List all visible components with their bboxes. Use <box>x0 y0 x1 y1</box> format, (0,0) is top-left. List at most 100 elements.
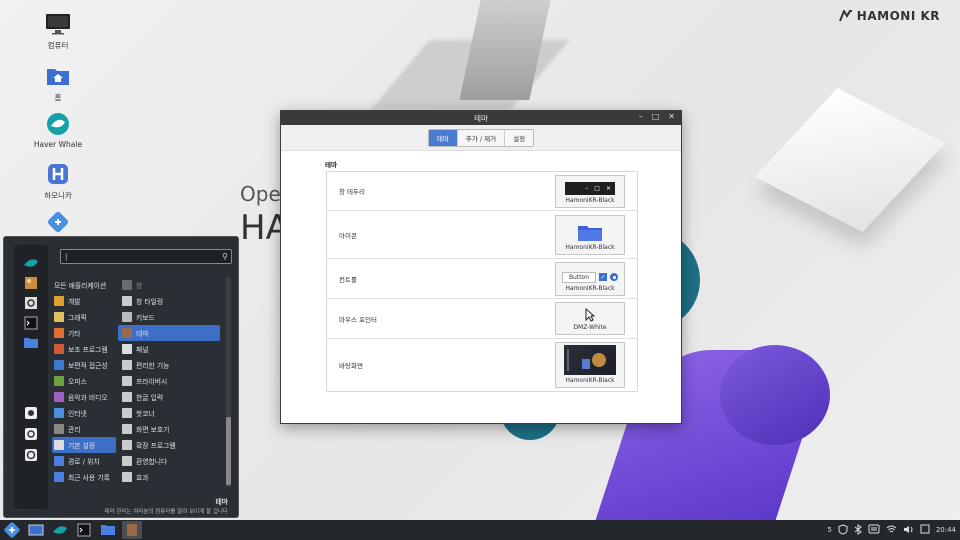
app-list-scrollbar[interactable] <box>226 277 231 487</box>
theme-window: 테마 – □ ✕ 테마 추가 / 제거 설정 테마 창 테두리 – □ ✕ Ha… <box>280 110 682 424</box>
app-item[interactable]: 환영합니다 <box>118 453 220 469</box>
category-item[interactable]: 관리 <box>52 421 116 437</box>
category-item[interactable]: 개발 <box>52 293 116 309</box>
preferences-icon <box>54 440 64 450</box>
app-item[interactable]: 핫코너 <box>118 405 220 421</box>
category-item-preferences[interactable]: 기본 설정 <box>52 437 116 453</box>
wifi-icon[interactable] <box>886 525 897 536</box>
window-border-sample: – □ ✕ <box>565 181 615 195</box>
logout-icon[interactable] <box>22 426 40 442</box>
menu-search-input[interactable]: | ⚲ <box>60 249 232 264</box>
controls-preview-button[interactable]: Button ✓ HamoniKR-Black <box>555 261 625 296</box>
terminal-icon[interactable] <box>22 315 40 331</box>
tab-add-remove[interactable]: 추가 / 제거 <box>457 129 506 146</box>
desktop-icon-label: 홈 <box>54 93 62 102</box>
whale-browser-icon <box>45 112 71 136</box>
tab-settings[interactable]: 설정 <box>505 129 534 146</box>
file-manager-icon[interactable] <box>22 335 40 351</box>
app-item[interactable]: 확장 프로그램 <box>118 437 220 453</box>
selected-app-title: 테마 <box>215 498 228 506</box>
category-item[interactable]: 최근 사용 기록 <box>52 469 116 485</box>
accessories-icon <box>54 344 64 354</box>
tab-theme[interactable]: 테마 <box>428 129 458 146</box>
app-item[interactable]: 화면 보호기 <box>118 421 220 437</box>
desktop-icon-home[interactable]: 홈 <box>30 64 86 103</box>
category-item[interactable]: 경로 / 위치 <box>52 453 116 469</box>
theme-icon <box>127 524 137 536</box>
taskbar-terminal-button[interactable] <box>74 521 94 539</box>
pointer-preview-button[interactable]: DMZ-White <box>555 302 625 335</box>
selected-app-description: 테마 관리는 여러분의 컴퓨터를 알려 보이게 할 겁니다 <box>104 509 228 515</box>
app-item[interactable]: 키보드 <box>118 309 220 325</box>
category-item[interactable]: 보편적 접근성 <box>52 357 116 373</box>
settings-manager-icon[interactable] <box>22 295 40 311</box>
category-item[interactable]: 오피스 <box>52 373 116 389</box>
system-menu-icon[interactable] <box>920 524 930 536</box>
scrollbar-thumb[interactable] <box>226 417 231 485</box>
row-label: 마우스 포인터 <box>339 315 377 324</box>
desktop-icon-app[interactable] <box>30 210 86 238</box>
app-item[interactable]: 패널 <box>118 341 220 357</box>
harmonica-icon <box>45 162 71 186</box>
keyboard-icon <box>122 312 132 322</box>
category-label: 모든 애플리케이션 <box>54 282 107 290</box>
shield-icon[interactable] <box>838 523 848 537</box>
brand-text: HAMONI KR <box>856 9 940 23</box>
desktop-icon-harmonica[interactable]: 하모니카 <box>30 162 86 201</box>
tray-number[interactable]: 5 <box>827 526 831 534</box>
category-item[interactable]: 음악과 비디오 <box>52 389 116 405</box>
brand-logo: HAMONI KR <box>838 9 940 23</box>
category-label: 기본 설정 <box>68 442 96 450</box>
panel-icon <box>122 344 132 354</box>
app-label: 한글 입력 <box>136 394 164 402</box>
close-icon[interactable]: ✕ <box>668 112 675 121</box>
app-label: 편리한 기능 <box>136 362 170 370</box>
maximize-icon: □ <box>594 184 600 192</box>
app-item[interactable]: 창 <box>118 277 220 293</box>
background-preview-button[interactable]: HamoniKR-Black <box>555 342 625 388</box>
minimize-icon[interactable]: – <box>639 112 643 121</box>
accessibility-icon <box>122 360 132 370</box>
multimedia-icon <box>54 392 64 402</box>
category-item[interactable]: 보조 프로그램 <box>52 341 116 357</box>
controls-sample: Button ✓ <box>561 271 619 283</box>
clock[interactable]: 20:44 <box>936 526 956 534</box>
bluetooth-icon[interactable] <box>854 523 862 537</box>
start-menu-button[interactable] <box>2 521 22 539</box>
app-label: 패널 <box>136 346 149 354</box>
category-item[interactable]: 그래픽 <box>52 309 116 325</box>
volume-icon[interactable] <box>903 525 914 536</box>
row-label: 컨트롤 <box>339 275 357 284</box>
sample-button: Button <box>561 271 597 283</box>
taskbar-theme-button[interactable] <box>122 521 142 539</box>
app-item[interactable]: 효과 <box>118 469 220 485</box>
show-desktop-button[interactable] <box>26 521 46 539</box>
internet-icon <box>54 408 64 418</box>
icon-theme-preview-button[interactable]: HamoniKR-Black <box>555 214 625 255</box>
file-manager-icon <box>101 525 115 535</box>
keyboard-layout-icon[interactable] <box>868 524 880 536</box>
app-item[interactable]: 창 타일링 <box>118 293 220 309</box>
window-border-preview-button[interactable]: – □ ✕ HamoniKR-Black <box>555 174 625 208</box>
desktop-icon-whale[interactable]: Haver Whale <box>30 112 86 149</box>
category-label: 오피스 <box>68 378 87 386</box>
image-viewer-icon[interactable] <box>22 275 40 291</box>
taskbar-whale-button[interactable] <box>50 521 70 539</box>
desktop-icon-computer[interactable]: 컴퓨터 <box>30 12 86 51</box>
whale-browser-icon[interactable] <box>22 255 40 271</box>
app-item[interactable]: 한글 입력 <box>118 389 220 405</box>
app-label: 프라이버시 <box>136 378 168 386</box>
lock-screen-icon[interactable] <box>22 405 40 421</box>
category-item[interactable]: 모든 애플리케이션 <box>52 277 116 293</box>
power-icon[interactable] <box>22 447 40 463</box>
app-item[interactable]: 프라이버시 <box>118 373 220 389</box>
app-icon <box>45 210 71 234</box>
app-item-theme[interactable]: 테마 <box>118 325 220 341</box>
row-label: 아이콘 <box>339 231 357 240</box>
category-item[interactable]: 기타 <box>52 325 116 341</box>
maximize-icon[interactable]: □ <box>652 112 660 121</box>
taskbar-files-button[interactable] <box>98 521 118 539</box>
app-item[interactable]: 편리한 기능 <box>118 357 220 373</box>
category-item[interactable]: 인터넷 <box>52 405 116 421</box>
window-titlebar[interactable]: 테마 – □ ✕ <box>281 111 681 125</box>
